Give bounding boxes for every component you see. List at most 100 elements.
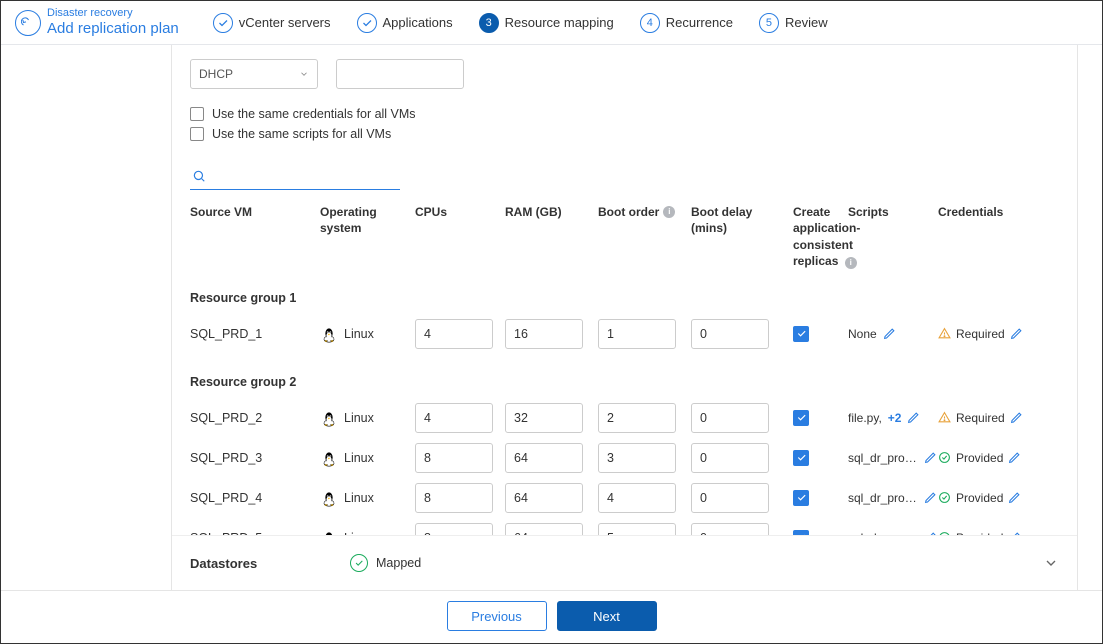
checkbox-icon (190, 127, 204, 141)
linux-icon (320, 489, 338, 507)
same-scripts-checkbox-row[interactable]: Use the same scripts for all VMs (190, 127, 1059, 141)
ram-input[interactable] (505, 403, 583, 433)
wizard-footer: Previous Next (1, 590, 1102, 643)
checkbox-checked-icon[interactable] (793, 450, 809, 466)
table-row: SQL_PRD_2Linuxfile.py,+2Required (190, 399, 1059, 437)
warning-icon (938, 327, 951, 340)
info-icon[interactable]: i (845, 257, 857, 269)
dhcp-select[interactable]: DHCP (190, 59, 318, 89)
linux-icon (320, 449, 338, 467)
boot-order-input[interactable] (598, 403, 676, 433)
wizard-step[interactable]: vCenter servers (213, 13, 331, 33)
edit-icon[interactable] (907, 411, 920, 424)
checkbox-checked-icon[interactable] (793, 490, 809, 506)
dhcp-row: DHCP (190, 59, 1059, 89)
boot-order-input[interactable] (598, 443, 676, 473)
boot-delay-input[interactable] (691, 523, 769, 535)
cell-credentials: Required (938, 327, 1018, 341)
table-header-row: Source VM Operating system CPUs RAM (GB)… (190, 204, 1059, 269)
warning-icon (938, 411, 951, 424)
table-row: SQL_PRD_5Linuxsql_dr_prod.pyProvided (190, 519, 1059, 535)
wizard-steps: vCenter servers Applications 3Resource map… (213, 13, 828, 33)
boot-order-input[interactable] (598, 319, 676, 349)
cell-boot-order (598, 319, 691, 349)
wizard-header: Disaster recovery Add replication plan v… (1, 1, 1102, 45)
boot-delay-input[interactable] (691, 483, 769, 513)
edit-icon[interactable] (1008, 451, 1021, 464)
chevron-down-icon[interactable] (1043, 555, 1059, 571)
wizard-step[interactable]: 5Review (759, 13, 828, 33)
th-os: Operating system (320, 204, 415, 236)
th-ram: RAM (GB) (505, 204, 598, 220)
datastores-status: Mapped (350, 554, 421, 572)
same-credentials-checkbox-row[interactable]: Use the same credentials for all VMs (190, 107, 1059, 121)
cell-boot-delay (691, 319, 793, 349)
th-credentials: Credentials (938, 204, 1018, 220)
cell-source-vm: SQL_PRD_3 (190, 451, 320, 465)
checkbox-checked-icon[interactable] (793, 410, 809, 426)
check-circle-icon (938, 451, 951, 464)
dhcp-selected-label: DHCP (199, 67, 233, 81)
cell-credentials: Provided (938, 451, 1018, 465)
step-label: vCenter servers (239, 15, 331, 30)
step-number: 5 (759, 13, 779, 33)
ram-input[interactable] (505, 319, 583, 349)
cpu-input[interactable] (415, 523, 493, 535)
previous-button[interactable]: Previous (447, 601, 547, 631)
cell-source-vm: SQL_PRD_2 (190, 411, 320, 425)
cell-replica (793, 450, 848, 466)
header-title-block: Disaster recovery Add replication plan (47, 7, 179, 38)
ram-input[interactable] (505, 523, 583, 535)
cpu-input[interactable] (415, 403, 493, 433)
boot-delay-input[interactable] (691, 319, 769, 349)
wizard-step[interactable]: Applications (357, 13, 453, 33)
dhcp-aux-input[interactable] (336, 59, 464, 89)
edit-icon[interactable] (924, 491, 937, 504)
boot-delay-input[interactable] (691, 403, 769, 433)
linux-icon (320, 409, 338, 427)
cell-os: Linux (320, 449, 415, 467)
cell-scripts: sql_dr_prod.py (848, 491, 938, 505)
step-label: Recurrence (666, 15, 733, 30)
search-input[interactable] (190, 165, 400, 190)
cell-boot-order (598, 403, 691, 433)
datastores-section[interactable]: Datastores Mapped (172, 535, 1077, 590)
step-number: 3 (479, 13, 499, 33)
cell-boot-order (598, 443, 691, 473)
ram-input[interactable] (505, 483, 583, 513)
checkbox-checked-icon[interactable] (793, 326, 809, 342)
cell-cpus (415, 443, 505, 473)
edit-icon[interactable] (924, 451, 937, 464)
check-icon (213, 13, 233, 33)
next-button[interactable]: Next (557, 601, 657, 631)
cell-ram (505, 403, 598, 433)
cell-boot-order (598, 523, 691, 535)
boot-delay-input[interactable] (691, 443, 769, 473)
cell-source-vm: SQL_PRD_1 (190, 327, 320, 341)
cell-replica (793, 490, 848, 506)
cpu-input[interactable] (415, 443, 493, 473)
boot-order-input[interactable] (598, 523, 676, 535)
edit-icon[interactable] (1010, 327, 1023, 340)
datastores-label: Datastores (190, 556, 350, 571)
cell-credentials: Required (938, 411, 1018, 425)
edit-icon[interactable] (883, 327, 896, 340)
cell-ram (505, 443, 598, 473)
info-icon[interactable]: i (663, 206, 675, 218)
check-circle-icon (938, 491, 951, 504)
cell-cpus (415, 403, 505, 433)
boot-order-input[interactable] (598, 483, 676, 513)
check-icon (357, 13, 377, 33)
check-circle-icon (350, 554, 368, 572)
ram-input[interactable] (505, 443, 583, 473)
same-scripts-label: Use the same scripts for all VMs (212, 127, 391, 141)
resource-group-header: Resource group 2 (190, 375, 1059, 389)
cell-boot-order (598, 483, 691, 513)
wizard-step[interactable]: 3Resource mapping (479, 13, 614, 33)
edit-icon[interactable] (1010, 411, 1023, 424)
edit-icon[interactable] (1008, 491, 1021, 504)
wizard-step[interactable]: 4Recurrence (640, 13, 733, 33)
cpu-input[interactable] (415, 483, 493, 513)
cell-cpus (415, 523, 505, 535)
cpu-input[interactable] (415, 319, 493, 349)
